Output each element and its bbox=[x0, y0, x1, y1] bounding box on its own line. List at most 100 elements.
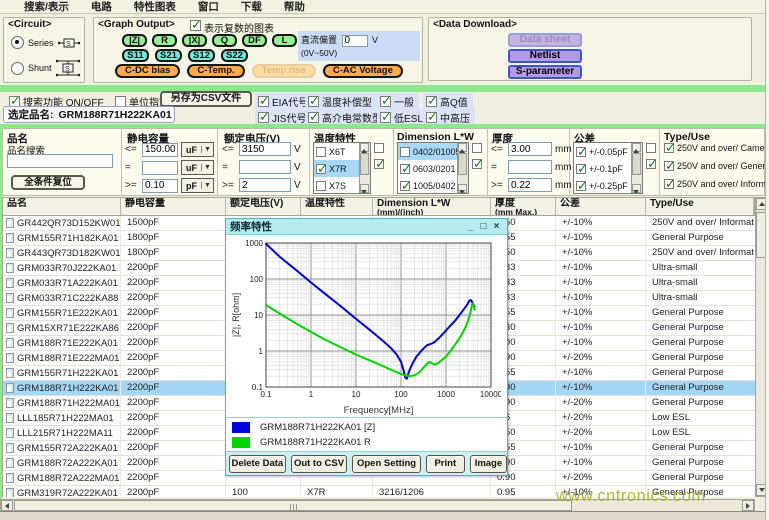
list-scroll-thumb[interactable] bbox=[632, 153, 641, 175]
filter-value-input[interactable] bbox=[508, 142, 552, 156]
list-scroll-thumb[interactable] bbox=[458, 153, 467, 175]
menu-item-5[interactable]: 下载 bbox=[241, 0, 262, 14]
tempchar-select-none-checkbox[interactable] bbox=[374, 143, 384, 153]
partname-search-input[interactable] bbox=[7, 154, 113, 168]
param-button-q[interactable]: Q bbox=[212, 34, 237, 47]
print-button[interactable]: Print bbox=[426, 455, 465, 473]
scroll-down-arrow-icon[interactable] bbox=[632, 184, 641, 193]
chip-checkbox[interactable] bbox=[308, 96, 319, 107]
shunt-radio[interactable] bbox=[11, 62, 24, 75]
chip-checkbox[interactable] bbox=[258, 112, 269, 123]
typeuse-checkbox[interactable] bbox=[664, 179, 674, 189]
circuit-option-series[interactable]: Series S bbox=[11, 36, 80, 49]
cond-button-c-temp-[interactable]: C-Temp. bbox=[187, 64, 244, 78]
unit-dropdown[interactable]: pF▼ bbox=[181, 178, 214, 193]
tempchar-select-all-checkbox[interactable] bbox=[374, 159, 384, 169]
tempchar-item-checkbox[interactable] bbox=[316, 181, 326, 191]
dimension-select-all-checkbox[interactable] bbox=[472, 159, 482, 169]
type-use-cell: General Purpose bbox=[646, 366, 756, 380]
menu-item-3[interactable]: 特性图表 bbox=[134, 0, 176, 14]
scroll-left-arrow-icon[interactable] bbox=[1, 500, 13, 511]
netlist-button[interactable]: Netlist bbox=[508, 49, 582, 63]
sparam-button-s22[interactable]: S22 bbox=[221, 49, 248, 62]
scroll-up-arrow-icon[interactable] bbox=[458, 143, 467, 152]
scroll-up-arrow-icon[interactable] bbox=[632, 143, 641, 152]
dimension-item-checkbox[interactable] bbox=[400, 181, 410, 191]
close-icon[interactable]: × bbox=[490, 221, 503, 232]
filter-chip-q[interactable]: 高Q值 bbox=[423, 93, 473, 110]
chip-checkbox[interactable] bbox=[258, 96, 269, 107]
filter-chip-[interactable]: 一般 bbox=[377, 93, 419, 110]
chip-checkbox[interactable] bbox=[380, 112, 391, 123]
delete-data-button[interactable]: Delete Data bbox=[229, 455, 286, 473]
part-number-cell: GRM155R71E222KA01 bbox=[3, 306, 121, 320]
typeuse-item[interactable]: 250V and over/ General bbox=[664, 161, 769, 171]
typeuse-checkbox[interactable] bbox=[664, 161, 674, 171]
series-radio[interactable] bbox=[11, 36, 24, 49]
param-button-r[interactable]: R bbox=[152, 34, 177, 47]
save-csv-button[interactable]: 另存为CSV文件 bbox=[160, 91, 252, 107]
filter-value-input[interactable] bbox=[142, 179, 178, 193]
filter-value-input[interactable] bbox=[142, 161, 178, 175]
typeuse-item[interactable]: 250V and over/ Camera bbox=[664, 143, 769, 153]
tempchar-item-checkbox[interactable] bbox=[316, 164, 326, 174]
sparam-button-s12[interactable]: S12 bbox=[188, 49, 215, 62]
maximize-icon[interactable]: □ bbox=[477, 221, 490, 232]
unit-dropdown[interactable]: uF▼ bbox=[181, 160, 214, 175]
scroll-down-arrow-icon[interactable] bbox=[458, 184, 467, 193]
filter-value-input[interactable] bbox=[508, 160, 552, 174]
menu-item-1[interactable]: 搜索/表示 bbox=[24, 0, 69, 14]
open-setting-button[interactable]: Open Setting bbox=[352, 455, 420, 473]
show-graphs-checkbox[interactable] bbox=[190, 20, 201, 31]
scroll-up-arrow-icon[interactable] bbox=[360, 143, 369, 152]
chip-checkbox[interactable] bbox=[380, 96, 391, 107]
unit-dropdown[interactable]: uF▼ bbox=[181, 142, 214, 157]
menu-item-2[interactable]: 电路 bbox=[91, 0, 112, 14]
dimension-select-none-checkbox[interactable] bbox=[472, 143, 482, 153]
param-button-z[interactable]: |Z| bbox=[122, 34, 147, 47]
circuit-option-shunt[interactable]: Shunt S bbox=[11, 58, 80, 78]
sparam-button-s11[interactable]: S11 bbox=[122, 49, 149, 62]
tempchar-list-scrollbar[interactable] bbox=[359, 143, 370, 193]
param-button-df[interactable]: DF bbox=[242, 34, 267, 47]
filter-value-input[interactable] bbox=[142, 143, 178, 157]
param-button-x[interactable]: |X| bbox=[182, 34, 207, 47]
dc-bias-input[interactable] bbox=[342, 35, 368, 47]
filter-value-input[interactable] bbox=[508, 178, 552, 192]
filter-value-input[interactable] bbox=[239, 142, 291, 156]
param-button-l[interactable]: L bbox=[272, 34, 297, 47]
tolerance-item-checkbox[interactable] bbox=[576, 147, 586, 157]
list-scroll-thumb[interactable] bbox=[360, 153, 369, 175]
reset-all-filters-button[interactable]: 全条件复位 bbox=[11, 175, 85, 190]
menu-item-6[interactable]: 帮助 bbox=[284, 0, 305, 14]
cond-button-c-ac-voltage[interactable]: C-AC Voltage bbox=[323, 64, 403, 78]
scroll-down-arrow-icon[interactable] bbox=[360, 184, 369, 193]
typeuse-checkbox[interactable] bbox=[664, 143, 674, 153]
typeuse-item[interactable]: 250V and over/ Informat bbox=[664, 179, 769, 189]
tempchar-item-checkbox[interactable] bbox=[316, 147, 326, 157]
cond-button-c-dc-bias[interactable]: C-DC bias bbox=[115, 64, 180, 78]
dimension-item-checkbox[interactable] bbox=[400, 164, 410, 174]
out-to-csv-button[interactable]: Out to CSV bbox=[291, 455, 348, 473]
scroll-right-arrow-icon[interactable] bbox=[742, 500, 754, 511]
tolerance-item-checkbox[interactable] bbox=[576, 181, 586, 191]
dimension-list-scrollbar[interactable] bbox=[457, 143, 468, 193]
chip-checkbox[interactable] bbox=[308, 112, 319, 123]
chip-checkbox[interactable] bbox=[426, 96, 437, 107]
minimize-icon[interactable]: _ bbox=[464, 221, 477, 232]
chip-checkbox[interactable] bbox=[426, 112, 437, 123]
s-parameter-button[interactable]: S-parameter bbox=[508, 65, 582, 79]
tolerance-select-none-checkbox[interactable] bbox=[646, 143, 656, 153]
sparam-button-s21[interactable]: S21 bbox=[155, 49, 182, 62]
tolerance-item-checkbox[interactable] bbox=[576, 164, 586, 174]
dimension-item-checkbox[interactable] bbox=[400, 147, 410, 157]
horizontal-scroll-thumb[interactable] bbox=[14, 500, 572, 511]
filter-value-input[interactable] bbox=[239, 160, 291, 174]
image-button[interactable]: Image bbox=[470, 455, 507, 473]
filter-chip-[interactable]: 温度补偿型 bbox=[305, 93, 377, 110]
tolerance-list-scrollbar[interactable] bbox=[631, 143, 642, 193]
filter-value-input[interactable] bbox=[239, 178, 291, 192]
circuit-panel: <Circuit> Series S Shunt S bbox=[3, 17, 85, 83]
tolerance-select-all-checkbox[interactable] bbox=[646, 159, 656, 169]
menu-item-4[interactable]: 窗口 bbox=[198, 0, 219, 14]
